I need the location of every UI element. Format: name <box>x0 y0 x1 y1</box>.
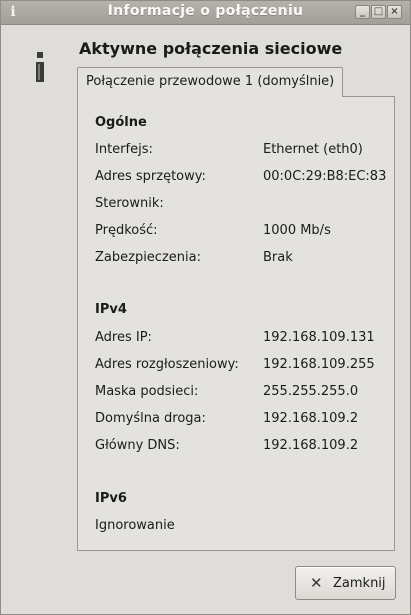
title-bar[interactable]: i Informacje o połączeniu _ □ × <box>1 1 410 25</box>
section-ipv6-title: IPv6 <box>95 491 127 506</box>
close-button-label: Zamknij <box>333 576 386 591</box>
interface-value: Ethernet (eth0) <box>263 142 363 157</box>
default-route-label: Domyślna droga: <box>95 411 206 426</box>
primary-dns-value: 192.168.109.2 <box>263 438 359 453</box>
window-title: Informacje o połączeniu <box>107 3 304 19</box>
driver-label: Sterownik: <box>95 196 164 211</box>
security-label: Zabezpieczenia: <box>95 250 201 265</box>
page-title: Aktywne połączenia sieciowe <box>79 39 343 58</box>
primary-dns-label: Główny DNS: <box>95 438 180 453</box>
x-icon: ✕ <box>310 574 323 592</box>
connection-details-panel <box>77 96 395 551</box>
broadcast-address-value: 192.168.109.255 <box>263 357 375 372</box>
tab-wired-connection-1[interactable]: Połączenie przewodowe 1 (domyślnie) <box>77 67 344 97</box>
close-button[interactable]: ✕ Zamknij <box>295 566 396 600</box>
subnet-mask-value: 255.255.255.0 <box>263 384 359 399</box>
maximize-icon[interactable]: □ <box>371 5 386 19</box>
close-icon[interactable]: × <box>387 5 402 19</box>
broadcast-address-label: Adres rozgłoszeniowy: <box>95 357 239 372</box>
security-value: Brak <box>263 250 293 265</box>
default-route-value: 192.168.109.2 <box>263 411 359 426</box>
hardware-address-value: 00:0C:29:B8:EC:83 <box>263 169 387 184</box>
ip-address-value: 192.168.109.131 <box>263 330 375 345</box>
minimize-icon[interactable]: _ <box>355 5 370 19</box>
speed-label: Prędkość: <box>95 223 158 238</box>
section-general-title: Ogólne <box>95 115 147 130</box>
connection-info-window: i Informacje o połączeniu _ □ × Aktywne … <box>0 0 411 615</box>
interface-label: Interfejs: <box>95 142 153 157</box>
section-ipv4-title: IPv4 <box>95 302 127 317</box>
ip-address-label: Adres IP: <box>95 330 152 345</box>
subnet-mask-label: Maska podsieci: <box>95 384 199 399</box>
ipv6-status: Ignorowanie <box>95 518 175 533</box>
speed-value: 1000 Mb/s <box>263 223 331 238</box>
info-icon <box>36 52 44 82</box>
hardware-address-label: Adres sprzętowy: <box>95 169 206 184</box>
